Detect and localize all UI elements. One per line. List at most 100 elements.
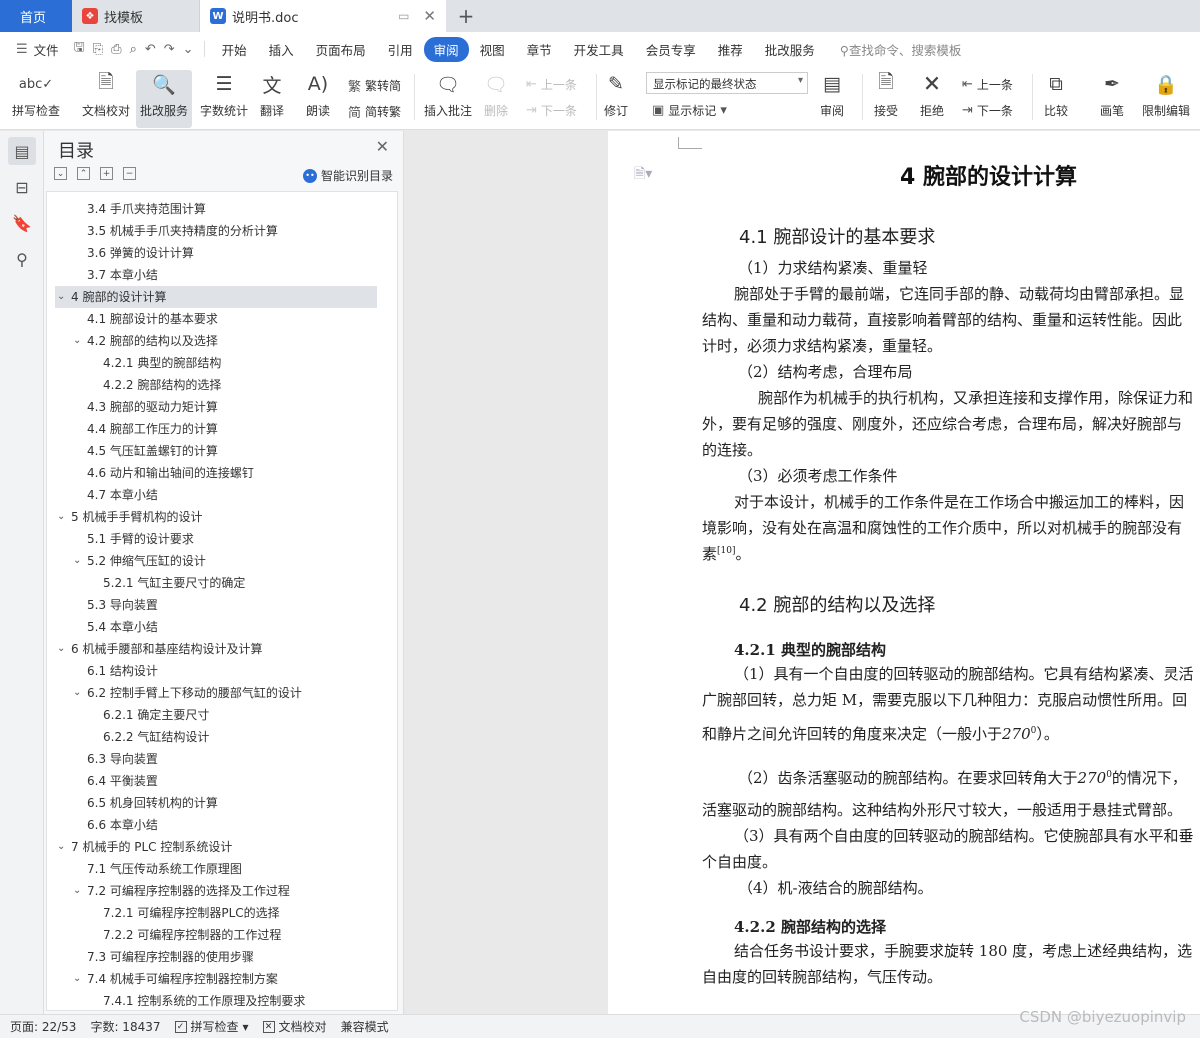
close-icon[interactable]: ✕ bbox=[376, 137, 389, 156]
toc-item[interactable]: 7.4.1 控制系统的工作原理及控制要求 bbox=[55, 990, 377, 1010]
chevron-down-icon[interactable]: ⌄ bbox=[73, 682, 81, 704]
delete-comment-button[interactable]: 🗨 删除 bbox=[482, 70, 510, 119]
monitor-icon[interactable]: ▭ bbox=[398, 9, 409, 23]
trad-to-simp-button[interactable]: 繁繁转简 bbox=[348, 76, 401, 95]
next-change-button[interactable]: ⇥ 下一条 bbox=[962, 102, 1013, 119]
accept-button[interactable]: 🗎 接受 bbox=[872, 70, 900, 119]
prev-change-button[interactable]: ⇤ 上一条 bbox=[962, 76, 1013, 93]
toc-item[interactable]: 4.6 动片和输出轴间的连接螺钉 bbox=[55, 462, 377, 484]
chevron-down-icon[interactable]: ⌄ bbox=[73, 968, 81, 990]
collapse-all-icon[interactable]: ⌄ bbox=[54, 167, 67, 180]
hamburger-icon[interactable]: ☰ bbox=[12, 42, 32, 57]
command-search[interactable]: ⚲查找命令、搜索模板 bbox=[840, 40, 962, 59]
new-tab-button[interactable]: + bbox=[446, 0, 486, 32]
toc-item[interactable]: 6.1 结构设计 bbox=[55, 660, 377, 682]
menu-review[interactable]: 审阅 bbox=[423, 36, 469, 62]
chevron-down-icon[interactable]: ⌄ bbox=[57, 286, 65, 308]
page-indicator[interactable]: 页面: 22/53 bbox=[10, 1018, 76, 1035]
toc-item[interactable]: 3.4 手爪夹持范围计算 bbox=[55, 198, 377, 220]
menu-correction[interactable]: 批改服务 bbox=[754, 40, 826, 59]
read-aloud-button[interactable]: A) 朗读 bbox=[304, 70, 332, 119]
pen-button[interactable]: ✒ 画笔 bbox=[1098, 70, 1126, 119]
preview-icon[interactable]: ⌕ bbox=[126, 42, 141, 57]
toc-item[interactable]: ⌄ 6 机械手腰部和基座结构设计及计算 bbox=[55, 638, 377, 660]
tab-home[interactable]: 首页 bbox=[0, 0, 72, 32]
chevron-down-icon[interactable]: ⌄ bbox=[73, 330, 81, 352]
status-doc-proof[interactable]: ✕ 文档校对 bbox=[262, 1018, 327, 1035]
toc-item[interactable]: 6.6 本章小结 bbox=[55, 814, 377, 836]
toc-item[interactable]: 3.5 机械手手爪夹持精度的分析计算 bbox=[55, 220, 377, 242]
word-count-indicator[interactable]: 字数: 18437 bbox=[90, 1018, 160, 1035]
toc-item[interactable]: 4.4 腕部工作压力的计算 bbox=[55, 418, 377, 440]
menu-start[interactable]: 开始 bbox=[211, 40, 258, 59]
toc-item[interactable]: 5.4 本章小结 bbox=[55, 616, 377, 638]
spell-check-button[interactable]: abc✓ 拼写检查 bbox=[12, 70, 60, 119]
toc-item[interactable]: 4.7 本章小结 bbox=[55, 484, 377, 506]
chevron-down-icon[interactable]: ⌄ bbox=[57, 506, 65, 528]
markup-mode-select[interactable]: 显示标记的最终状态 bbox=[646, 72, 808, 94]
toc-item[interactable]: 6.2.1 确定主要尺寸 bbox=[55, 704, 377, 726]
tab-document[interactable]: W 说明书.doc ▭ ✕ bbox=[200, 0, 446, 32]
restrict-edit-button[interactable]: 🔒 限制编辑 bbox=[1142, 70, 1190, 119]
toc-item[interactable]: 6.2.2 气缸结构设计 bbox=[55, 726, 377, 748]
toc-item[interactable]: 4.5 气压缸盖螺钉的计算 bbox=[55, 440, 377, 462]
toc-item[interactable]: ⌄ 7 机械手的 PLC 控制系统设计 bbox=[55, 836, 377, 858]
menu-view[interactable]: 视图 bbox=[469, 40, 516, 59]
toc-item[interactable]: ⌄ 5.2 伸缩气压缸的设计 bbox=[55, 550, 377, 572]
show-markup-button[interactable]: ▣ 显示标记 ▾ bbox=[652, 102, 727, 119]
compare-button[interactable]: ⧉ 比较 bbox=[1042, 70, 1070, 119]
simp-to-trad-button[interactable]: 简简转繁 bbox=[348, 102, 401, 121]
toc-item[interactable]: ⌄ 4 腕部的设计计算 bbox=[55, 286, 377, 308]
toc-item[interactable]: ⌄ 6.2 控制手臂上下移动的腰部气缸的设计 bbox=[55, 682, 377, 704]
toc-item[interactable]: ⌄ 7.4 机械手可编程序控制器控制方案 bbox=[55, 968, 377, 990]
doc-proof-button[interactable]: 🗎 文档校对 bbox=[82, 70, 130, 119]
bookmark-icon[interactable]: 🔖 bbox=[8, 209, 36, 237]
chevron-down-icon[interactable]: ⌄ bbox=[57, 836, 65, 858]
tab-template[interactable]: ❖ 找模板 bbox=[72, 0, 200, 32]
correction-service-button[interactable]: 🔍 批改服务 bbox=[136, 70, 193, 128]
toc-item[interactable]: 7.2.1 可编程序控制器PLC的选择 bbox=[55, 902, 377, 924]
toc-item[interactable]: 6.3 导向装置 bbox=[55, 748, 377, 770]
chevron-down-icon[interactable]: ⌄ bbox=[73, 550, 81, 572]
toc-item[interactable]: 5.3 导向装置 bbox=[55, 594, 377, 616]
toc-item[interactable]: 3.6 弹簧的设计计算 bbox=[55, 242, 377, 264]
toc-item[interactable]: ⌄ 7.2 可编程序控制器的选择及工作过程 bbox=[55, 880, 377, 902]
print-icon[interactable]: ⎙ bbox=[107, 42, 125, 57]
export-icon[interactable]: ⎘ bbox=[89, 42, 107, 57]
menu-devtools[interactable]: 开发工具 bbox=[563, 40, 635, 59]
add-heading-icon[interactable]: + bbox=[100, 167, 113, 180]
track-changes-button[interactable]: ✎ 修订 bbox=[602, 70, 630, 119]
toc-item[interactable]: ⌄ 4.2 腕部的结构以及选择 bbox=[55, 330, 377, 352]
menu-recommend[interactable]: 推荐 bbox=[707, 40, 754, 59]
toc-item[interactable]: 4.3 腕部的驱动力矩计算 bbox=[55, 396, 377, 418]
toc-item[interactable]: ⌄ 5 机械手手臂机构的设计 bbox=[55, 506, 377, 528]
toc-item[interactable]: 7.2.2 可编程序控制器的工作过程 bbox=[55, 924, 377, 946]
redo-icon[interactable]: ↷ bbox=[160, 42, 179, 57]
remove-heading-icon[interactable]: − bbox=[123, 167, 136, 180]
reject-button[interactable]: 🗙 拒绝 bbox=[918, 70, 946, 119]
word-count-button[interactable]: ☰ 字数统计 bbox=[200, 70, 248, 119]
menu-layout[interactable]: 页面布局 bbox=[305, 40, 377, 59]
save-icon[interactable]: 🖫 bbox=[70, 38, 89, 60]
expand-all-icon[interactable]: ⌃ bbox=[77, 167, 90, 180]
toc-item[interactable]: 6.5 机身回转机构的计算 bbox=[55, 792, 377, 814]
toc-item[interactable]: 4.2.2 腕部结构的选择 bbox=[55, 374, 377, 396]
toc-item[interactable]: 4.1 腕部设计的基本要求 bbox=[55, 308, 377, 330]
translate-button[interactable]: 文 翻译 bbox=[258, 70, 286, 119]
toc-item[interactable]: 4.2.1 典型的腕部结构 bbox=[55, 352, 377, 374]
review-pane-button[interactable]: ▤ 审阅 bbox=[818, 70, 846, 119]
paragraph-options-icon[interactable]: 🗎▾ bbox=[634, 163, 652, 187]
toc-item[interactable]: 6.4 平衡装置 bbox=[55, 770, 377, 792]
toc-icon[interactable]: ▤ bbox=[8, 137, 36, 165]
status-spell-check[interactable]: ✓ 拼写检查 ▾ bbox=[174, 1018, 249, 1035]
chevron-down-icon[interactable]: ⌄ bbox=[57, 638, 65, 660]
toc-item[interactable]: 5.1 手臂的设计要求 bbox=[55, 528, 377, 550]
chapter-nav-icon[interactable]: ⊟ bbox=[8, 173, 36, 201]
undo-icon[interactable]: ↶ bbox=[141, 42, 160, 57]
menu-insert[interactable]: 插入 bbox=[258, 40, 305, 59]
toc-item[interactable]: 3.7 本章小结 bbox=[55, 264, 377, 286]
toc-item[interactable]: 7.1 气压传动系统工作原理图 bbox=[55, 858, 377, 880]
prev-comment-button[interactable]: ⇤ 上一条 bbox=[526, 76, 577, 93]
chevron-down-icon[interactable]: ⌄ bbox=[73, 880, 81, 902]
document-page[interactable]: 🗎▾ 4 腕部的设计计算 4.1 腕部设计的基本要求 （1）力求结构紧凑、重量轻… bbox=[608, 131, 1200, 1014]
